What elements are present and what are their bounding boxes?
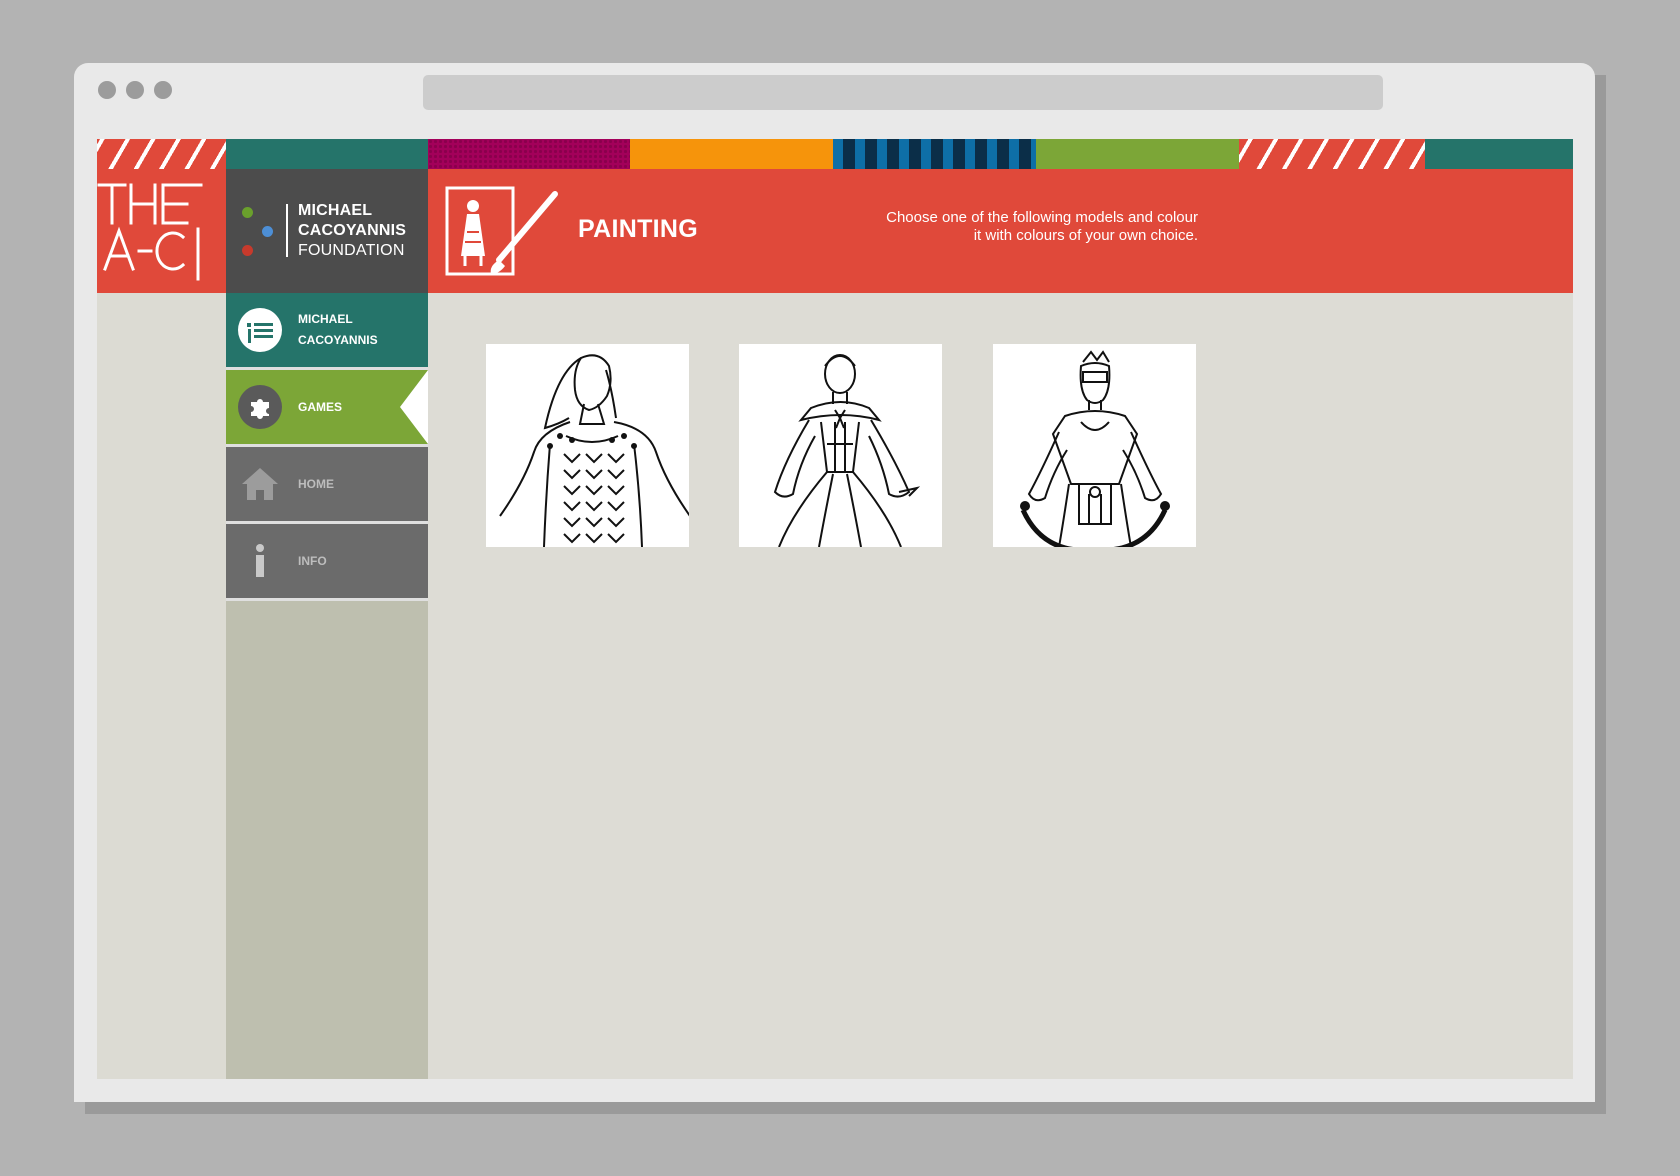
foundation-brand[interactable]: MICHAEL CACOYANNIS FOUNDATION xyxy=(226,169,428,293)
costume-drawing-3 xyxy=(1020,350,1170,547)
decor-stripe-red xyxy=(97,139,226,169)
window-control-dot[interactable] xyxy=(98,81,116,99)
info-icon xyxy=(238,539,282,583)
home-icon xyxy=(238,462,282,506)
decor-stripe-red-2 xyxy=(1239,139,1425,169)
site-logo[interactable] xyxy=(97,169,226,293)
window-control-dot[interactable] xyxy=(154,81,172,99)
nav-divider xyxy=(226,598,428,601)
brand-line-2: CACOYANNIS xyxy=(298,222,407,239)
brand-line-1: MICHAEL xyxy=(298,202,373,219)
logo-mark xyxy=(97,183,203,281)
brand-dot-red xyxy=(242,245,253,256)
sidebar-item-label: INFO xyxy=(298,553,327,568)
sidebar-item-home[interactable]: HOME xyxy=(226,447,428,521)
brand-line-3: FOUNDATION xyxy=(298,242,405,259)
models-gallery xyxy=(428,293,1573,1079)
brand-dot-green xyxy=(242,207,253,218)
instructions-line-2: it with colours of your own choice. xyxy=(973,227,1198,244)
costume-drawing-1 xyxy=(499,354,689,547)
sidebar-label-line-1: MICHAEL xyxy=(298,312,353,326)
painting-icon xyxy=(445,186,558,276)
puzzle-icon xyxy=(238,385,282,429)
decor-band-magenta xyxy=(428,139,630,169)
instructions-line-1: Choose one of the following models and c… xyxy=(886,209,1198,226)
sidebar-item-games[interactable]: GAMES xyxy=(226,370,428,444)
decor-band-blue-stripes xyxy=(833,139,1036,169)
address-bar[interactable] xyxy=(423,75,1383,110)
sidebar-item-label: MICHAEL CACOYANNIS xyxy=(298,309,378,351)
list-icon xyxy=(238,308,282,352)
decor-band-teal xyxy=(226,139,428,169)
left-rail xyxy=(97,293,226,1079)
active-indicator xyxy=(400,370,428,444)
browser-window: MICHAEL CACOYANNIS FOUNDATION MICHAEL CA… xyxy=(74,63,1595,1102)
costume-model-2[interactable] xyxy=(739,344,942,547)
sidebar-label-line-2: CACOYANNIS xyxy=(298,333,378,347)
sidebar-item-info[interactable]: INFO xyxy=(226,524,428,598)
costume-model-1[interactable] xyxy=(486,344,689,547)
window-controls xyxy=(98,81,172,99)
brand-name: MICHAEL CACOYANNIS FOUNDATION xyxy=(298,201,406,261)
brand-divider xyxy=(286,204,288,257)
sidebar-item-michael-cacoyannis[interactable]: MICHAEL CACOYANNIS xyxy=(226,293,428,367)
costume-model-3[interactable] xyxy=(993,344,1196,547)
costume-drawing-2 xyxy=(773,354,921,547)
window-control-dot[interactable] xyxy=(126,81,144,99)
sidebar-nav: MICHAEL CACOYANNIS GAMES HOME INFO xyxy=(226,293,428,1079)
brand-dot-blue xyxy=(262,226,273,237)
decor-band-orange xyxy=(630,139,833,169)
page-viewport: MICHAEL CACOYANNIS FOUNDATION MICHAEL CA… xyxy=(97,139,1573,1079)
page-title: PAINTING xyxy=(578,215,698,243)
decor-band-green xyxy=(1036,139,1239,169)
decor-band-teal-2 xyxy=(1425,139,1573,169)
sidebar-item-label: GAMES xyxy=(298,399,343,414)
page-instructions: Choose one of the following models and c… xyxy=(858,209,1198,245)
page-header: PAINTING Choose one of the following mod… xyxy=(428,169,1573,293)
sidebar-item-label: HOME xyxy=(298,476,334,491)
